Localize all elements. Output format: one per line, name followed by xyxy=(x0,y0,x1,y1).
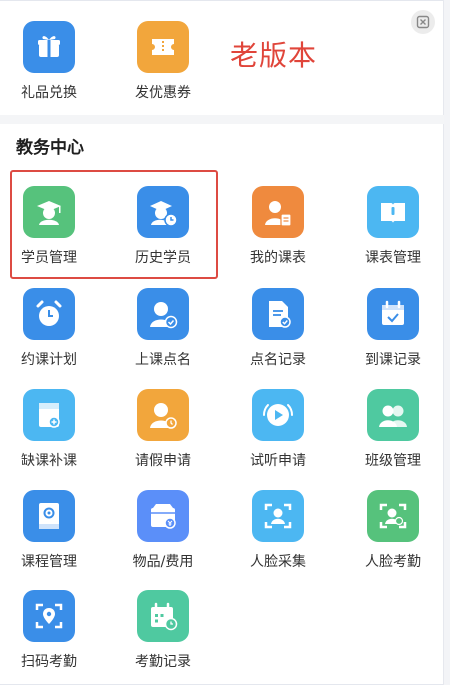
class-management-label: 班级管理 xyxy=(365,453,421,469)
class-group-icon xyxy=(367,389,419,441)
course-management-label: 课程管理 xyxy=(21,554,77,570)
leave-request-label: 请假申请 xyxy=(135,453,191,469)
attendance-user-icon xyxy=(137,288,189,340)
face-attendance-icon xyxy=(367,490,419,542)
scan-attendance-icon xyxy=(23,590,75,642)
old-version-label: 老版本 xyxy=(230,39,318,72)
attendance-records-button[interactable]: 考勤记录 xyxy=(118,590,208,680)
my-schedule-label: 我的课表 xyxy=(250,250,306,266)
roll-call-records-button[interactable]: 点名记录 xyxy=(233,288,323,378)
class-management-button[interactable]: 班级管理 xyxy=(348,389,438,479)
goods-fee-icon xyxy=(137,490,189,542)
schedule-management-label: 课表管理 xyxy=(365,250,421,266)
highlight-box xyxy=(10,170,218,279)
leave-request-icon xyxy=(137,389,189,441)
goods-fees-button[interactable]: 物品/费用 xyxy=(118,490,208,580)
calendar-check-icon xyxy=(367,288,419,340)
schedule-management-button[interactable]: 课表管理 xyxy=(348,186,438,276)
face-attendance-button[interactable]: 人脸考勤 xyxy=(348,490,438,580)
attendance-calendar-icon xyxy=(137,590,189,642)
arrival-records-button[interactable]: 到课记录 xyxy=(348,288,438,378)
scan-attendance-label: 扫码考勤 xyxy=(21,654,77,670)
my-schedule-icon xyxy=(252,186,304,238)
leave-request-button[interactable]: 请假申请 xyxy=(118,389,208,479)
course-book-icon xyxy=(23,490,75,542)
section-divider xyxy=(0,115,444,124)
close-icon xyxy=(416,15,430,29)
face-attendance-label: 人脸考勤 xyxy=(365,554,421,570)
schedule-book-icon xyxy=(367,186,419,238)
class-roll-call-label: 上课点名 xyxy=(135,352,191,368)
issue-coupon-button[interactable]: 发优惠券 xyxy=(118,21,208,111)
class-roll-call-button[interactable]: 上课点名 xyxy=(118,288,208,378)
gift-exchange-label: 礼品兑换 xyxy=(21,85,77,101)
roll-call-record-icon xyxy=(252,288,304,340)
arrival-records-label: 到课记录 xyxy=(365,352,421,368)
face-capture-label: 人脸采集 xyxy=(250,554,306,570)
face-capture-button[interactable]: 人脸采集 xyxy=(233,490,323,580)
attendance-records-label: 考勤记录 xyxy=(135,654,191,670)
roll-call-records-label: 点名记录 xyxy=(250,352,306,368)
trial-request-label: 试听申请 xyxy=(250,453,306,469)
trial-request-button[interactable]: 试听申请 xyxy=(233,389,323,479)
issue-coupon-label: 发优惠券 xyxy=(135,85,191,101)
makeup-class-button[interactable]: 缺课补课 xyxy=(4,389,94,479)
course-management-button[interactable]: 课程管理 xyxy=(4,490,94,580)
gift-icon xyxy=(23,21,75,73)
scrollbar[interactable] xyxy=(443,0,450,685)
goods-fees-label: 物品/费用 xyxy=(132,554,194,570)
gift-exchange-button[interactable]: 礼品兑换 xyxy=(4,21,94,111)
my-schedule-button[interactable]: 我的课表 xyxy=(233,186,323,276)
face-capture-icon xyxy=(252,490,304,542)
makeup-class-label: 缺课补课 xyxy=(21,453,77,469)
coupon-icon xyxy=(137,21,189,73)
makeup-book-icon xyxy=(23,389,75,441)
booking-plan-label: 约课计划 xyxy=(21,352,77,368)
close-button[interactable] xyxy=(411,10,435,34)
scan-attendance-button[interactable]: 扫码考勤 xyxy=(4,590,94,680)
trial-play-icon xyxy=(252,389,304,441)
alarm-clock-icon xyxy=(23,288,75,340)
booking-plan-button[interactable]: 约课计划 xyxy=(4,288,94,378)
section-title: 教务中心 xyxy=(16,138,84,158)
